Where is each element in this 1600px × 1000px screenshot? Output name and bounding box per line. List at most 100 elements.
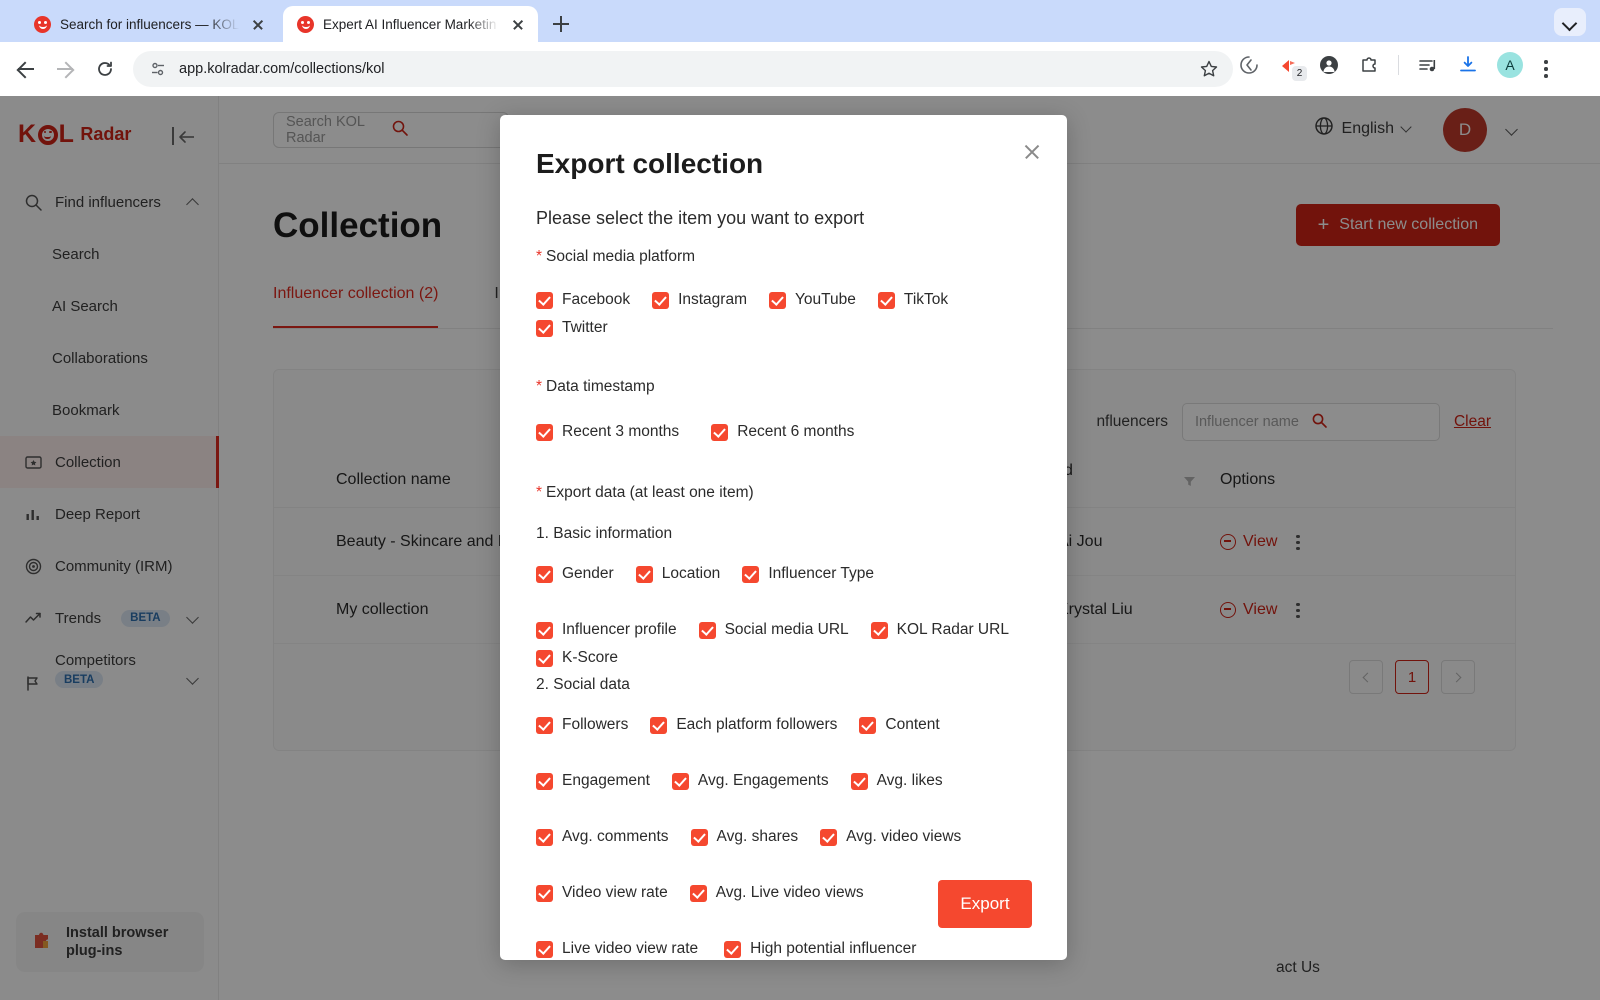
export-button[interactable]: Export <box>938 880 1032 928</box>
checkbox-avg-live-video-views[interactable]: Avg. Live video views <box>689 879 864 907</box>
checkbox-icon[interactable] <box>635 565 653 583</box>
checkbox-icon[interactable] <box>877 291 895 309</box>
required-asterisk: * <box>536 248 543 265</box>
checkbox-location[interactable]: Location <box>635 560 721 588</box>
checkbox-avg-comments[interactable]: Avg. comments <box>536 823 669 851</box>
checkbox-influencer-type[interactable]: Influencer Type <box>742 560 874 588</box>
checkbox-tiktok[interactable]: TikTok <box>877 286 949 314</box>
checkbox-label: Location <box>661 565 721 582</box>
export-collection-modal: Export collection Please select the item… <box>500 115 1067 960</box>
close-icon[interactable] <box>248 14 268 34</box>
checkbox-recent-6-months[interactable]: Recent 6 months <box>711 418 854 446</box>
checkbox-icon[interactable] <box>536 772 553 790</box>
checkbox-video-view-rate[interactable]: Video view rate <box>536 879 668 907</box>
back-icon[interactable] <box>10 54 40 84</box>
checkbox-icon[interactable] <box>698 621 716 639</box>
tab-title: Search for influencers — KOL <box>60 16 239 32</box>
checkbox-twitter[interactable]: Twitter <box>536 314 1067 342</box>
checkbox-icon[interactable] <box>536 716 553 734</box>
checkbox-label: Content <box>885 716 940 733</box>
bookmark-star-icon[interactable] <box>1199 59 1219 79</box>
checkbox-label: Avg. shares <box>716 828 799 845</box>
platform-checkbox-group: Facebook Instagram YouTube TikTok Twitte… <box>500 286 1067 342</box>
checkbox-engagement[interactable]: Engagement <box>536 767 650 795</box>
checkbox-social-media-url[interactable]: Social media URL <box>698 616 849 644</box>
reload-icon[interactable] <box>90 54 120 84</box>
section-label-text: Export data (at least one item) <box>546 484 754 501</box>
download-icon[interactable] <box>1457 54 1479 76</box>
site-settings-icon[interactable] <box>149 60 167 78</box>
chevron-down-icon[interactable] <box>1554 8 1586 36</box>
checkbox-followers[interactable]: Followers <box>536 711 628 739</box>
checkbox-label: Video view rate <box>562 884 668 901</box>
close-icon[interactable] <box>508 14 528 34</box>
checkbox-gender[interactable]: Gender <box>536 560 614 588</box>
profile-circle-icon[interactable] <box>1318 54 1340 76</box>
checkbox-avg-video-views[interactable]: Avg. video views <box>820 823 961 851</box>
checkbox-label: Each platform followers <box>676 716 838 733</box>
toolbar-icons: 2 A <box>1238 52 1523 81</box>
checkbox-icon[interactable] <box>536 565 553 583</box>
checkbox-icon[interactable] <box>711 423 729 441</box>
checkbox-icon[interactable] <box>536 423 553 441</box>
modal-body: * Social media platform Facebook Instagra… <box>500 248 1067 960</box>
checkbox-high-potential-influencer[interactable]: High potential influencer <box>724 935 916 960</box>
checkbox-icon[interactable] <box>536 884 553 902</box>
checkbox-icon[interactable] <box>724 940 742 958</box>
checkbox-label: High potential influencer <box>750 940 917 957</box>
tab-title: Expert AI Influencer Marketin <box>323 16 497 32</box>
checkbox-icon[interactable] <box>536 649 553 667</box>
checkbox-avg-shares[interactable]: Avg. shares <box>690 823 799 851</box>
checkbox-icon[interactable] <box>652 291 670 309</box>
section-label-text: Social media platform <box>546 248 696 265</box>
checkbox-each-platform-followers[interactable]: Each platform followers <box>650 711 837 739</box>
checkbox-live-video-view-rate[interactable]: Live video view rate <box>536 935 698 960</box>
checkbox-youtube[interactable]: YouTube <box>769 286 856 314</box>
checkbox-facebook[interactable]: Facebook <box>536 286 630 314</box>
checkbox-icon[interactable] <box>859 716 877 734</box>
checkbox-icon[interactable] <box>536 828 553 846</box>
browser-menu-icon[interactable] <box>1533 54 1559 84</box>
checkbox-instagram[interactable]: Instagram <box>652 286 747 314</box>
checkbox-icon[interactable] <box>671 772 689 790</box>
checkbox-kol-radar-url[interactable]: KOL Radar URL <box>870 616 1009 644</box>
checkbox-icon[interactable] <box>769 291 786 309</box>
checkbox-icon[interactable] <box>536 319 553 337</box>
browser-tab-1[interactable]: Search for influencers — KOL <box>20 6 278 42</box>
checkbox-icon[interactable] <box>690 828 708 846</box>
checkbox-icon[interactable] <box>742 565 760 583</box>
checkbox-label: Recent 3 months <box>562 423 680 440</box>
close-icon[interactable] <box>1019 139 1045 165</box>
browser-profile-avatar[interactable]: A <box>1497 52 1523 78</box>
forward-icon[interactable] <box>51 54 81 84</box>
checkbox-icon[interactable] <box>536 291 553 309</box>
checkbox-icon[interactable] <box>689 884 707 902</box>
checkbox-avg-likes[interactable]: Avg. likes <box>850 767 943 795</box>
checkbox-recent-3-months[interactable]: Recent 3 months <box>536 418 679 446</box>
extensions-puzzle-icon[interactable] <box>1358 54 1380 76</box>
checkbox-label: TikTok <box>903 291 949 308</box>
address-bar[interactable]: app.kolradar.com/collections/kol <box>133 51 1233 87</box>
checkbox-icon[interactable] <box>820 828 838 846</box>
checkbox-avg-engagements[interactable]: Avg. Engagements <box>671 767 829 795</box>
checkbox-label: Influencer Type <box>768 565 875 582</box>
checkbox-icon[interactable] <box>850 772 868 790</box>
checkbox-k-score[interactable]: K-Score <box>536 644 1067 672</box>
ai-assistant-icon[interactable] <box>1238 54 1260 76</box>
checkbox-icon[interactable] <box>536 621 553 639</box>
modal-title: Export collection <box>536 148 764 179</box>
checkbox-label: Recent 6 months <box>737 423 855 440</box>
required-asterisk: * <box>536 484 543 501</box>
extension-notification-icon[interactable]: 2 <box>1278 54 1307 81</box>
new-tab-button[interactable] <box>548 11 574 37</box>
checkbox-icon[interactable] <box>650 716 668 734</box>
browser-tab-2[interactable]: Expert AI Influencer Marketin <box>283 6 538 42</box>
checkbox-content[interactable]: Content <box>859 711 940 739</box>
checkbox-label: Avg. Engagements <box>697 772 829 789</box>
checkbox-icon[interactable] <box>870 621 888 639</box>
checkbox-icon[interactable] <box>536 940 553 958</box>
kolradar-favicon <box>34 15 51 33</box>
checkbox-influencer-profile[interactable]: Influencer profile <box>536 616 677 644</box>
media-playlist-icon[interactable] <box>1417 54 1439 76</box>
checkbox-label: Facebook <box>562 291 631 308</box>
